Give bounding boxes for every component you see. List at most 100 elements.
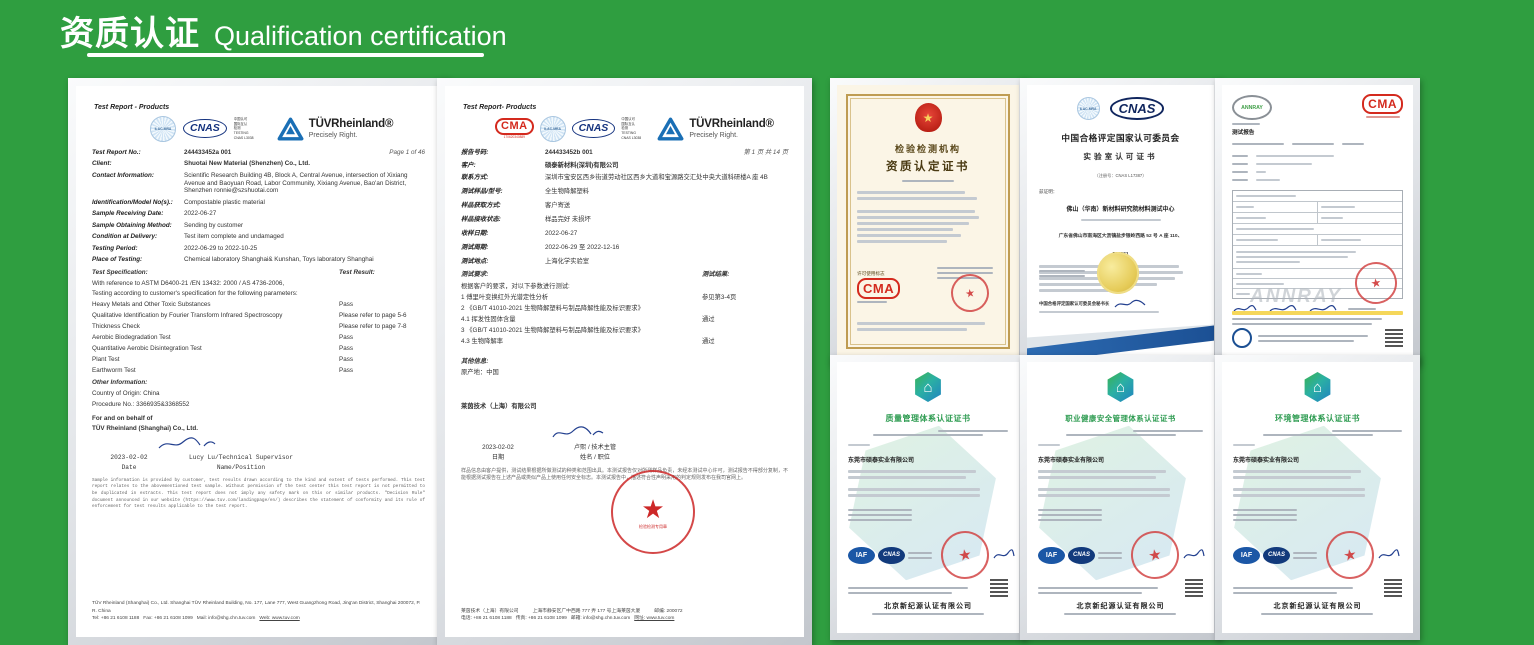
cnas-logo: CNAS: [572, 119, 616, 138]
red-stamp-icon: ★: [1127, 527, 1183, 583]
signature-icon: [992, 548, 1016, 562]
field-value: Test item complete and undamaged: [184, 233, 425, 241]
field-value: Shuotai New Material (Shenzhen) Co., Ltd…: [184, 160, 425, 168]
certificate-cma-qualification[interactable]: ★ 检验检测机构 资质认定证书 许可使用标志 CMA ★: [830, 78, 1026, 365]
field-label: 客户:: [461, 162, 545, 170]
test-result: Please refer to page 5-6: [339, 312, 425, 320]
mark-label: 许可使用标志: [857, 271, 900, 277]
sign-date: 2023-02-02: [461, 444, 535, 452]
field-value: 上海化学实验室: [545, 258, 788, 266]
field-label: Condition at Delivery:: [92, 233, 184, 241]
field-value: 深圳市宝安区西乡街道劳动社区西乡大道和宝源路交汇处中央大道科研楼A 座 4B: [545, 174, 788, 182]
footer-address: 上海市静安区广中西路 777 弄 177 号上海莱茵大厦: [533, 608, 641, 616]
annray-watermark: ANNRAY: [1250, 286, 1342, 308]
issuing-org: 中国合格评定国家认可委员会: [1061, 133, 1179, 143]
footer-web-link[interactable]: 网址: www.tuv.com: [634, 616, 674, 621]
spec-intro: With reference to ASTM D6400-21 /EN 1343…: [92, 280, 425, 288]
red-stamp-icon: ★: [937, 527, 993, 583]
field-label: Sample Receiving Date:: [92, 210, 184, 218]
cma-number: 170620340889: [504, 135, 525, 139]
cma-mark-block: 许可使用标志 CMA: [857, 271, 900, 306]
footer-web-link[interactable]: Web: www.tuv.com: [259, 616, 299, 621]
report-type: Test Report - Products: [94, 104, 425, 113]
field-value: Chemical laboratory Shanghai& Kunshan, T…: [184, 256, 425, 264]
other-info-line: Procedure No.: 3366935&3368552: [92, 401, 425, 409]
iaf-logo: IAF: [1038, 547, 1065, 564]
test-result: [702, 305, 788, 313]
brand-tagline: Precisely Right.: [309, 132, 358, 139]
other-info-line: Country of Origin: China: [92, 390, 425, 398]
field-value: 2022-06-27: [545, 230, 788, 238]
field-label: Contact Information:: [92, 172, 184, 196]
test-result: Pass: [339, 367, 425, 375]
footer-zip: 邮编: 200072: [654, 608, 682, 616]
certificate-tuv-english-report[interactable]: Test Report - Products ILAC-MRA CNAS 中国认…: [68, 78, 449, 645]
field-label: Client:: [92, 160, 184, 168]
certificate-iso-occupational-health[interactable]: ⌂ 职业健康安全管理体系认证证书 东莞市硕泰实业有限公司 IAF CNAS ★ …: [1020, 355, 1221, 640]
certificate-tuv-chinese-report[interactable]: Test Report- Products CMA 170620340889 I…: [437, 78, 812, 645]
result-header: Test Result:: [339, 269, 425, 277]
title-underline: [87, 53, 484, 57]
tuv-triangle-icon: [277, 117, 304, 141]
certificate-cnas-laboratory[interactable]: ILAC-MRA CNAS 中国合格评定国家认可委员会 实验室认可证书 （注册号…: [1020, 78, 1221, 365]
footer-line1: 莱茵技术（上海）有限公司 上海市静安区广中西路 777 弄 177 号上海莱茵大…: [461, 608, 788, 616]
cert-number-placeholder: [902, 180, 954, 182]
footer-company: 莱茵技术（上海）有限公司: [461, 608, 519, 616]
cma-logo: CMA: [857, 278, 900, 299]
cnas-accreditation-text: 中国认可 国际互认 检测 TESTING CNAS L3038: [621, 117, 647, 140]
test-name: Heavy Metals and Other Toxic Substances: [92, 301, 339, 309]
footer-tel: Tel: +86 21 6108 1188: [92, 616, 139, 621]
accreditation-row: IAF CNAS ★: [1038, 531, 1206, 579]
spec-intro: Testing according to customer's specific…: [92, 290, 425, 298]
field-value: Scientific Research Building 4B, Block A…: [184, 172, 425, 196]
iaf-logo: IAF: [848, 547, 875, 564]
test-result: Pass: [339, 334, 425, 342]
tuv-triangle-icon: [657, 117, 684, 141]
spec-header: 测试要求:: [461, 271, 702, 279]
holder-name: 佛山（华南）新材料研究院材料测试中心: [1066, 207, 1174, 213]
signer-label: 姓名 / 职位: [535, 454, 655, 462]
field-label: 样品接收状态:: [461, 216, 545, 224]
registration-number: （注册号：CNAS L17387）: [1095, 173, 1147, 178]
footer-address: TÜV Rheinland (Shanghai) Co., Ltd. Shang…: [92, 600, 425, 615]
test-result: [702, 327, 788, 335]
certificate-iso-environmental[interactable]: ⌂ 环境管理体系认证证书 东莞市硕泰实业有限公司 IAF CNAS ★ 北京新纪…: [1215, 355, 1420, 640]
qualification-certification-page: { "page": { "title_zh": "资质认证", "title_e…: [0, 0, 1534, 637]
test-result: Pass: [339, 356, 425, 364]
field-value: Sending by customer: [184, 222, 425, 230]
section-header: 资质认证 Qualification certification: [60, 6, 507, 55]
signature-icon: [1182, 548, 1206, 562]
cnas-logo: CNAS: [183, 119, 227, 138]
footer-tel: 电话: +86 21 6108 1188: [461, 616, 512, 621]
ilac-mra-logo: ILAC-MRA: [150, 116, 176, 142]
test-name: 1 傅里叶变换红外光谱定性分析: [461, 294, 702, 302]
brand-tagline: Precisely Right.: [689, 132, 738, 139]
result-header: 测试结果:: [702, 271, 788, 279]
cnas-logo: CNAS: [1263, 547, 1290, 564]
highlight-line: [1232, 311, 1403, 315]
ilac-mra-logo: ILAC-MRA: [1077, 97, 1100, 120]
cnas-logo: CNAS: [1068, 547, 1095, 564]
other-info-header: Other Information:: [92, 379, 425, 387]
header-row: ANNRAY 测试报告 CMA: [1232, 95, 1403, 136]
field-label: Place of Testing:: [92, 256, 184, 264]
date-label: Date: [92, 464, 166, 472]
national-emblem-icon: ★: [915, 103, 942, 132]
cma-logo: CMA: [1362, 94, 1403, 114]
certificate-iso-quality[interactable]: ⌂ 质量管理体系认证证书 东莞市硕泰实业有限公司 IAF CNAS ★ 北京新纪…: [830, 355, 1026, 640]
test-name: 3 《GB/T 41010-2021 生物降解塑料与制品降解性能及标识要求》: [461, 327, 702, 335]
cert-title: 环境管理体系认证证书: [1275, 414, 1360, 423]
other-info-line: 原产地：中国: [461, 369, 788, 377]
field-label: 测试周期:: [461, 244, 545, 252]
accreditation-row: IAF CNAS ★: [1233, 531, 1401, 579]
field-label: Sample Obtaining Method:: [92, 222, 184, 230]
certify-label: 兹证明：: [1039, 189, 1202, 195]
footer-contacts: Tel: +86 21 6108 1188 Fax: +86 21 6108 1…: [92, 615, 425, 623]
cert-title: 职业健康安全管理体系认证证书: [1065, 414, 1175, 423]
field-value: 全生物降解塑料: [545, 188, 788, 196]
cert-title: 实验室认可证书: [1083, 152, 1157, 161]
field-label: 测试样品/型号:: [461, 188, 545, 196]
certificate-annray-test-report[interactable]: ANNRAY 测试报告 CMA: [1215, 78, 1420, 365]
ilac-mra-logo: ILAC-MRA: [540, 116, 566, 142]
issuer-name: 北京新纪源认证有限公司: [884, 603, 972, 610]
